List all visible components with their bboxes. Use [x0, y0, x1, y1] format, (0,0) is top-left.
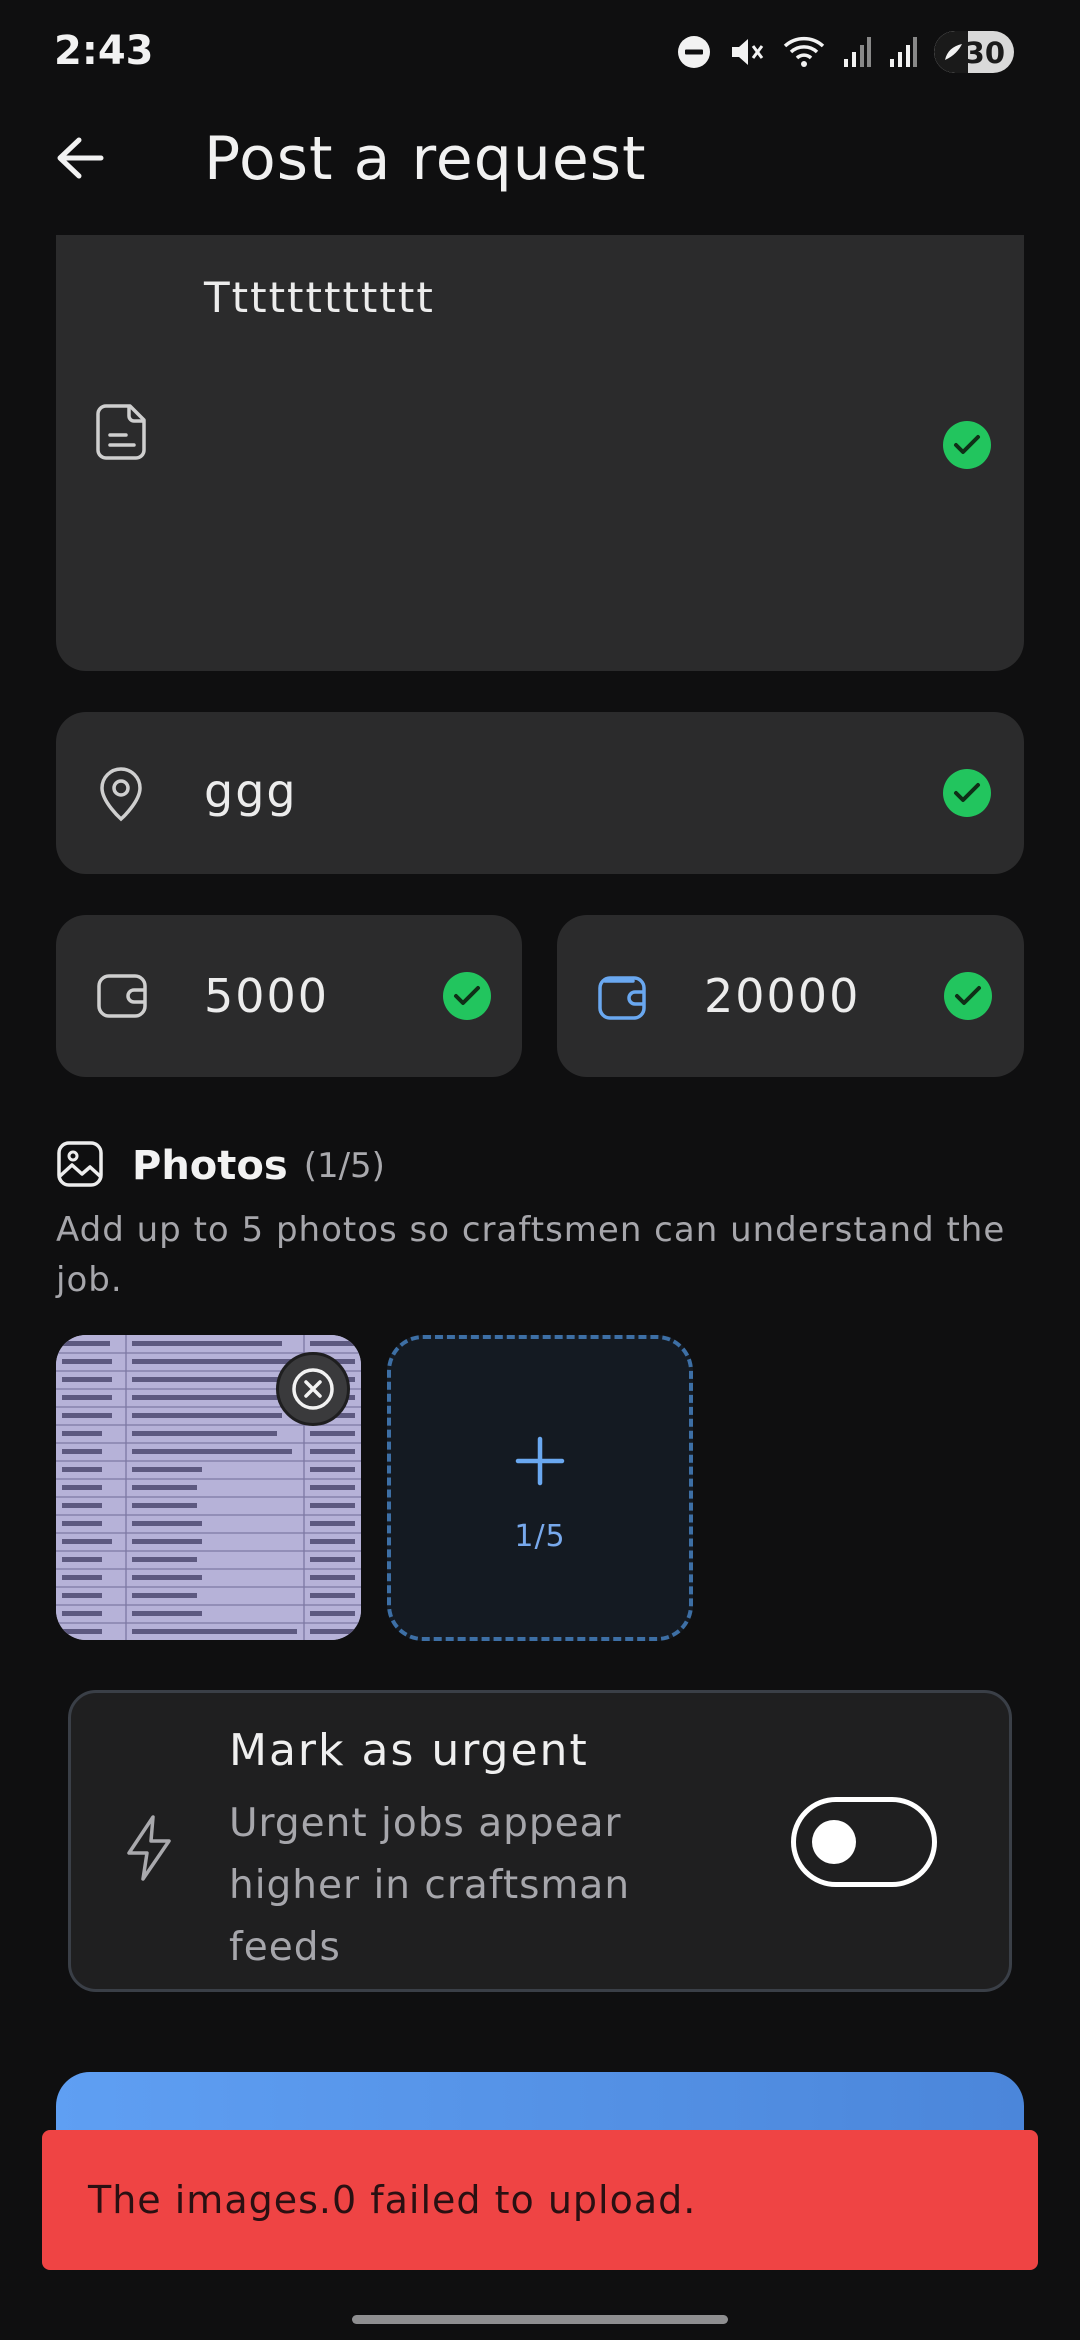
signal-icon	[888, 35, 918, 69]
location-field[interactable]: ggg	[56, 712, 1024, 874]
urgent-card: Mark as urgent Urgent jobs appear higher…	[68, 1690, 1012, 1992]
photos-count: (1/5)	[303, 1146, 385, 1186]
description-value: Tttttttttttt	[204, 273, 435, 322]
battery-level: 30	[964, 36, 1005, 70]
valid-check-icon	[944, 972, 992, 1020]
budget-min-field[interactable]: 5000	[56, 915, 522, 1077]
app-bar: Post a request	[0, 110, 1080, 235]
budget-max-value: 20000	[704, 969, 861, 1023]
add-photo-count: 1/5	[514, 1519, 566, 1554]
remove-photo-button[interactable]	[276, 1352, 350, 1426]
location-value: ggg	[204, 764, 298, 818]
status-icons: 30	[676, 30, 1014, 74]
close-circle-icon	[292, 1368, 334, 1410]
battery-indicator: 30	[934, 31, 1014, 73]
error-snackbar: The images.0 failed to upload.	[42, 2130, 1038, 2270]
document-icon	[96, 403, 150, 461]
photos-header: Photos (1/5)	[56, 1138, 385, 1194]
wallet-icon	[96, 973, 150, 1019]
plus-icon	[391, 1434, 689, 1488]
page-title: Post a request	[204, 124, 647, 194]
valid-check-icon	[943, 769, 991, 817]
photos-help-text: Add up to 5 photos so craftsmen can unde…	[56, 1210, 1006, 1300]
budget-max-field[interactable]: 20000	[557, 915, 1024, 1077]
home-indicator[interactable]	[352, 2315, 728, 2324]
urgent-subtitle: Urgent jobs appear higher in craftsman f…	[229, 1801, 631, 1970]
description-field[interactable]: Tttttttttttt	[56, 235, 1024, 671]
status-bar: 2:43 30	[0, 0, 1080, 110]
urgent-toggle[interactable]	[791, 1797, 937, 1887]
photos-title: Photos	[132, 1143, 288, 1189]
signal-icon	[842, 35, 872, 69]
add-photo-button[interactable]: 1/5	[387, 1335, 693, 1641]
lightning-icon	[121, 1813, 177, 1887]
do-not-disturb-icon	[676, 34, 712, 70]
status-time: 2:43	[54, 28, 154, 74]
toggle-knob	[812, 1820, 856, 1864]
arrow-left-icon	[57, 137, 104, 179]
valid-check-icon	[943, 421, 991, 469]
back-button[interactable]	[50, 128, 110, 188]
location-pin-icon	[96, 766, 146, 822]
snackbar-message: The images.0 failed to upload.	[88, 2178, 697, 2222]
wallet-icon	[597, 971, 651, 1021]
mute-icon	[728, 33, 766, 71]
battery-saver-icon	[945, 44, 962, 60]
urgent-title: Mark as urgent	[229, 1725, 589, 1776]
valid-check-icon	[443, 972, 491, 1020]
image-icon	[56, 1140, 104, 1192]
budget-min-value: 5000	[204, 969, 330, 1023]
screen: 2:43 30 Post a request Tttttttttttt ggg …	[0, 0, 1080, 2340]
wifi-icon	[782, 34, 826, 70]
